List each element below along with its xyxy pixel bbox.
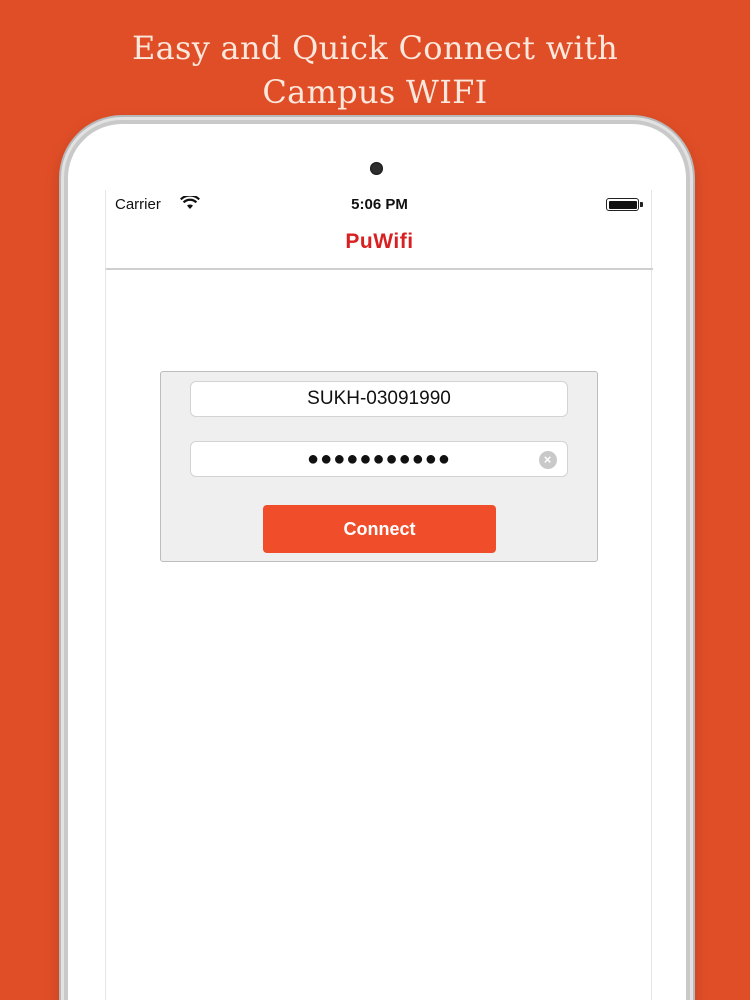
- password-field[interactable]: ●●●●●●●●●●● ×: [190, 441, 568, 477]
- password-value: ●●●●●●●●●●●: [307, 448, 451, 470]
- clear-icon[interactable]: ×: [539, 451, 557, 469]
- login-panel: SUKH-03091990 ●●●●●●●●●●● × Connect: [160, 371, 598, 562]
- status-time: 5:06 PM: [351, 196, 408, 213]
- camera-dot: [370, 162, 383, 175]
- battery-icon: [606, 198, 643, 211]
- headline-line-1: Easy and Quick Connect with: [131, 29, 619, 67]
- status-bar: Carrier 5:06 PM: [106, 190, 653, 218]
- device-screen: Carrier 5:06 PM PuWifi SUKH-03091990 ●●●…: [105, 190, 653, 1000]
- username-field[interactable]: SUKH-03091990: [190, 381, 568, 417]
- app-store-screenshot: Easy and Quick Connect with Campus WIFI …: [0, 0, 750, 1000]
- promo-headline: Easy and Quick Connect with Campus WIFI: [0, 26, 750, 114]
- connect-button[interactable]: Connect: [263, 505, 496, 553]
- navigation-bar: PuWifi: [106, 218, 653, 270]
- app-title: PuWifi: [345, 230, 414, 253]
- headline-line-2: Campus WIFI: [262, 73, 488, 111]
